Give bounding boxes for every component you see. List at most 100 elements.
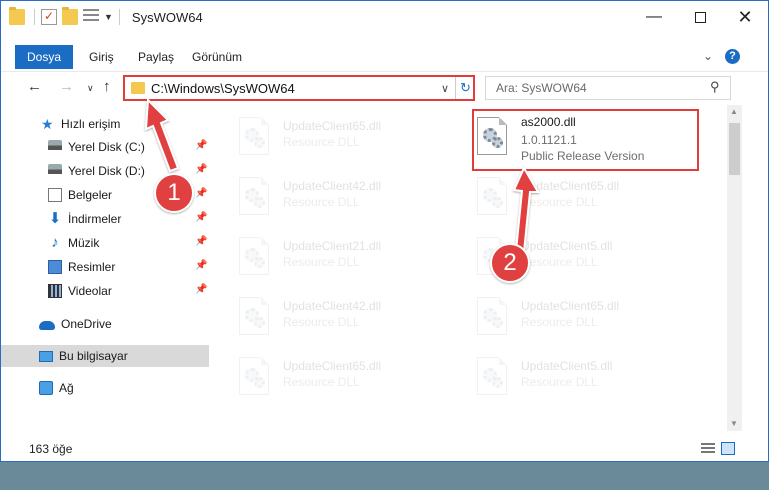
file-description: Resource DLL	[283, 255, 360, 269]
recent-locations-chevron-icon[interactable]: ∨	[87, 83, 94, 94]
file-description: Resource DLL	[521, 375, 598, 389]
dll-file-icon	[477, 357, 513, 399]
file-name: UpdateClient5.dll	[521, 359, 613, 373]
dll-file-icon	[239, 237, 275, 279]
tab-view[interactable]: Görünüm	[192, 45, 242, 69]
sidebar-item-this-pc[interactable]: Bu bilgisayar	[1, 345, 209, 367]
sidebar-item-label: Hızlı erişim	[61, 117, 121, 131]
sidebar-item-label: Videolar	[68, 284, 112, 298]
file-description: Resource DLL	[283, 375, 360, 389]
sidebar-item-music[interactable]: ♪ Müzik 📌	[1, 232, 209, 254]
close-button[interactable]: ✕	[722, 1, 768, 33]
pin-icon[interactable]: 📌	[195, 212, 207, 223]
scroll-up-icon[interactable]: ▲	[730, 107, 738, 116]
file-item[interactable]: UpdateClient5.dll Resource DLL	[475, 351, 705, 405]
status-bar: 163 öğe	[1, 435, 768, 461]
file-item[interactable]: UpdateClient65.dll Resource DLL	[237, 111, 467, 165]
sidebar-item-label: Yerel Disk (D:)	[68, 164, 145, 178]
file-description: Resource DLL	[283, 315, 360, 329]
disk-icon	[48, 164, 62, 178]
maximize-button[interactable]	[677, 1, 723, 33]
forward-arrow-icon[interactable]: →	[59, 78, 74, 95]
properties-check-icon[interactable]: ✓	[41, 9, 57, 25]
toolbar-divider	[34, 9, 35, 25]
dll-file-icon	[239, 297, 275, 339]
expand-ribbon-icon[interactable]: ⌄	[703, 49, 713, 63]
file-name: UpdateClient21.dll	[283, 239, 382, 253]
search-input[interactable]: Ara: SysWOW64	[496, 81, 587, 95]
this-pc-icon	[39, 350, 53, 362]
file-name: UpdateClient42.dll	[283, 299, 382, 313]
address-history-chevron-icon[interactable]: ∨	[441, 82, 449, 95]
refresh-icon[interactable]: ↻	[460, 80, 471, 96]
help-icon[interactable]: ?	[725, 49, 740, 64]
minimize-icon: —	[646, 8, 662, 25]
scrollbar-thumb[interactable]	[729, 123, 740, 175]
file-item[interactable]: UpdateClient65.dll Resource DLL	[237, 351, 467, 405]
star-icon: ★	[41, 116, 54, 132]
file-item[interactable]: UpdateClient65.dll Resource DLL	[475, 291, 705, 345]
sidebar-item-label: Yerel Disk (C:)	[68, 140, 145, 154]
file-name: UpdateClient42.dll	[283, 179, 382, 193]
callout-badge-1: 1	[154, 173, 194, 213]
vertical-scrollbar[interactable]: ▲ ▼	[727, 105, 742, 431]
dll-file-icon	[477, 297, 513, 339]
address-path[interactable]: C:\Windows\SysWOW64	[151, 81, 295, 96]
folder-icon	[131, 82, 145, 94]
toolbar-divider	[118, 9, 120, 25]
address-divider	[455, 77, 456, 99]
customize-toolbar-dropdown-icon[interactable]: ▼	[104, 12, 113, 22]
pin-icon[interactable]: 📌	[195, 284, 207, 295]
documents-icon	[48, 188, 62, 202]
disk-icon	[48, 140, 62, 154]
search-icon[interactable]: ⚲	[710, 79, 720, 95]
pin-icon[interactable]: 📌	[195, 260, 207, 271]
dll-file-icon	[239, 117, 275, 159]
callout-badge-2: 2	[490, 243, 530, 283]
window-title: SysWOW64	[131, 9, 203, 25]
item-count: 163 öğe	[29, 442, 73, 456]
sidebar-item-label: OneDrive	[61, 317, 112, 331]
scroll-down-icon[interactable]: ▼	[730, 419, 738, 428]
tab-file[interactable]: Dosya	[15, 45, 73, 69]
tab-share[interactable]: Paylaş	[138, 45, 174, 69]
tiles-view-icon[interactable]	[721, 442, 735, 455]
highlight-box-file	[472, 109, 699, 171]
sidebar-item-pictures[interactable]: Resimler 📌	[1, 256, 209, 278]
sidebar-item-videos[interactable]: Videolar 📌	[1, 280, 209, 302]
new-folder-icon[interactable]	[62, 7, 78, 25]
pin-icon[interactable]: 📌	[195, 188, 207, 199]
file-name: UpdateClient65.dll	[283, 359, 382, 373]
minimize-button[interactable]: —	[631, 1, 677, 33]
navigation-bar: ← → ∨ ↑ C:\Windows\SysWOW64 ∨ ↻ Ara: Sys…	[1, 71, 768, 103]
videos-icon	[48, 284, 62, 298]
music-icon: ♪	[51, 234, 59, 251]
file-description: Resource DLL	[283, 195, 360, 209]
properties-icon[interactable]	[83, 9, 99, 25]
pin-icon[interactable]: 📌	[195, 236, 207, 247]
network-icon	[39, 381, 53, 395]
sidebar-item-label: İndirmeler	[68, 212, 122, 226]
file-item[interactable]: UpdateClient21.dll Resource DLL	[237, 231, 467, 285]
sidebar-item-network[interactable]: Ağ	[1, 377, 209, 399]
file-description: Resource DLL	[521, 315, 598, 329]
download-icon: ⬇	[48, 210, 62, 227]
tab-home[interactable]: Giriş	[89, 45, 114, 69]
file-item[interactable]: UpdateClient42.dll Resource DLL	[237, 291, 467, 345]
up-arrow-icon[interactable]: ↑	[103, 78, 111, 95]
back-arrow-icon[interactable]: ←	[27, 78, 42, 95]
dll-file-icon	[239, 177, 275, 219]
close-icon: ✕	[737, 6, 753, 27]
details-view-icon[interactable]	[701, 443, 715, 455]
ribbon-tabs: Dosya Giriş Paylaş Görünüm ⌄ ?	[1, 45, 768, 69]
file-list: UpdateClient65.dll Resource DLL UpdateCl…	[213, 105, 726, 431]
quick-access-toolbar: ✓ ▼	[9, 7, 126, 25]
sidebar-item-label: Ağ	[59, 381, 74, 395]
sidebar-item-onedrive[interactable]: OneDrive	[1, 313, 209, 335]
explorer-window: ✓ ▼ SysWOW64 — ✕ Dosya Giriş Paylaş Görü…	[0, 0, 769, 462]
search-box[interactable]: Ara: SysWOW64 ⚲	[485, 76, 731, 100]
maximize-icon	[694, 11, 706, 23]
file-name: UpdateClient65.dll	[521, 299, 620, 313]
file-description: Resource DLL	[283, 135, 360, 149]
file-item[interactable]: UpdateClient42.dll Resource DLL	[237, 171, 467, 225]
